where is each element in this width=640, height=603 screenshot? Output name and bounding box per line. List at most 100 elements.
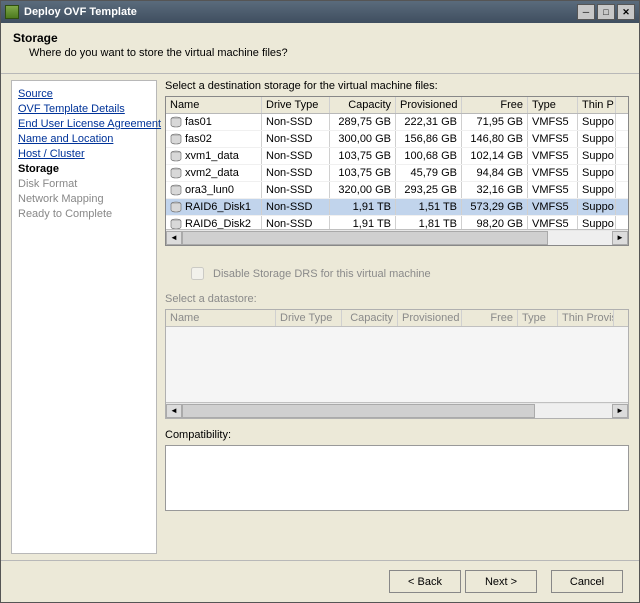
row-drive-type: Non-SSD [262,216,330,229]
storage-row[interactable]: fas01Non-SSD289,75 GB222,31 GB71,95 GBVM… [166,114,628,131]
row-drive-type: Non-SSD [262,199,330,215]
row-name: xvm2_data [185,167,239,179]
row-type: VMFS5 [528,199,578,215]
row-free: 102,14 GB [462,148,528,164]
datastore-icon [170,218,182,229]
storage-row[interactable]: RAID6_Disk1Non-SSD1,91 TB1,51 TB573,29 G… [166,199,628,216]
col-provisioned[interactable]: Provisioned [396,97,462,113]
nav-step-4[interactable]: Host / Cluster [18,147,150,162]
nav-step-2[interactable]: End User License Agreement [18,117,150,132]
compatibility-label: Compatibility: [165,429,629,441]
ds-scroll-right-button[interactable]: ► [612,404,628,418]
row-provisioned: 45,79 GB [396,165,462,181]
row-free: 146,80 GB [462,131,528,147]
scroll-right-button[interactable]: ► [612,231,628,245]
row-free: 32,16 GB [462,182,528,198]
row-drive-type: Non-SSD [262,114,330,130]
row-drive-type: Non-SSD [262,182,330,198]
row-free: 573,29 GB [462,199,528,215]
next-button[interactable]: Next > [465,570,537,593]
col-drive-type[interactable]: Drive Type [262,97,330,113]
storage-row[interactable]: xvm1_dataNon-SSD103,75 GB100,68 GB102,14… [166,148,628,165]
row-name: xvm1_data [185,150,239,162]
step-title: Storage [13,31,627,45]
ds-col-type: Type [518,310,558,326]
ds-col-drive-type: Drive Type [276,310,342,326]
col-free[interactable]: Free [462,97,528,113]
row-thin: Suppo [578,148,616,164]
titlebar: Deploy OVF Template ─ □ ✕ [1,1,639,23]
storage-table-header: Name Drive Type Capacity Provisioned Fre… [166,97,628,114]
datastore-icon [170,167,182,179]
back-button[interactable]: < Back [389,570,461,593]
wizard-window: Deploy OVF Template ─ □ ✕ Storage Where … [0,0,640,603]
nav-step-6: Disk Format [18,177,150,192]
datastore-table-header: Name Drive Type Capacity Provisioned Fre… [166,310,628,327]
datastore-icon [170,133,182,145]
nav-step-0[interactable]: Source [18,87,150,102]
row-type: VMFS5 [528,114,578,130]
row-type: VMFS5 [528,182,578,198]
h-scrollbar[interactable]: ◄ ► [166,229,628,245]
row-name: RAID6_Disk2 [185,218,251,229]
row-capacity: 103,75 GB [330,165,396,181]
col-type[interactable]: Type [528,97,578,113]
row-thin: Suppo [578,199,616,215]
row-thin: Suppo [578,131,616,147]
disable-drs-label: Disable Storage DRS for this virtual mac… [213,268,431,280]
ds-scroll-track[interactable] [182,404,612,418]
row-type: VMFS5 [528,165,578,181]
datastore-icon [170,201,182,213]
row-provisioned: 1,81 TB [396,216,462,229]
row-thin: Suppo [578,165,616,181]
storage-row[interactable]: ora3_lun0Non-SSD320,00 GB293,25 GB32,16 … [166,182,628,199]
scroll-track[interactable] [182,231,612,245]
ds-col-provisioned: Provisioned [398,310,462,326]
datastore-table: Name Drive Type Capacity Provisioned Fre… [165,309,629,419]
row-type: VMFS5 [528,131,578,147]
row-thin: Suppo [578,216,616,229]
nav-step-3[interactable]: Name and Location [18,132,150,147]
main-panel: Select a destination storage for the vir… [165,80,629,554]
ds-scroll-thumb[interactable] [182,404,535,418]
nav-step-8: Ready to Complete [18,207,150,222]
step-subtitle: Where do you want to store the virtual m… [13,47,627,59]
row-name: RAID6_Disk1 [185,201,251,213]
row-capacity: 103,75 GB [330,148,396,164]
ds-col-free: Free [462,310,518,326]
row-type: VMFS5 [528,216,578,229]
datastore-icon [170,150,182,162]
disable-drs-checkbox [191,267,204,280]
row-capacity: 289,75 GB [330,114,396,130]
close-button[interactable]: ✕ [617,4,635,20]
minimize-button[interactable]: ─ [577,4,595,20]
scroll-left-button[interactable]: ◄ [166,231,182,245]
storage-row[interactable]: RAID6_Disk2Non-SSD1,91 TB1,81 TB98,20 GB… [166,216,628,229]
datastore-icon [170,116,182,128]
datastore-icon [170,184,182,196]
storage-table: Name Drive Type Capacity Provisioned Fre… [165,96,629,246]
storage-select-label: Select a destination storage for the vir… [165,80,629,92]
ds-h-scrollbar[interactable]: ◄ ► [166,402,628,418]
row-provisioned: 222,31 GB [396,114,462,130]
nav-step-1[interactable]: OVF Template Details [18,102,150,117]
nav-step-5: Storage [18,162,150,177]
row-free: 94,84 GB [462,165,528,181]
row-drive-type: Non-SSD [262,148,330,164]
col-thin[interactable]: Thin P [578,97,616,113]
scroll-thumb[interactable] [182,231,548,245]
col-name[interactable]: Name [166,97,262,113]
cancel-button[interactable]: Cancel [551,570,623,593]
row-capacity: 1,91 TB [330,199,396,215]
maximize-button[interactable]: □ [597,4,615,20]
row-provisioned: 293,25 GB [396,182,462,198]
row-thin: Suppo [578,182,616,198]
storage-row[interactable]: fas02Non-SSD300,00 GB156,86 GB146,80 GBV… [166,131,628,148]
col-capacity[interactable]: Capacity [330,97,396,113]
ds-scroll-left-button[interactable]: ◄ [166,404,182,418]
ds-col-name: Name [166,310,276,326]
datastore-select-label: Select a datastore: [165,293,629,305]
row-thin: Suppo [578,114,616,130]
wizard-header: Storage Where do you want to store the v… [1,23,639,74]
storage-row[interactable]: xvm2_dataNon-SSD103,75 GB45,79 GB94,84 G… [166,165,628,182]
